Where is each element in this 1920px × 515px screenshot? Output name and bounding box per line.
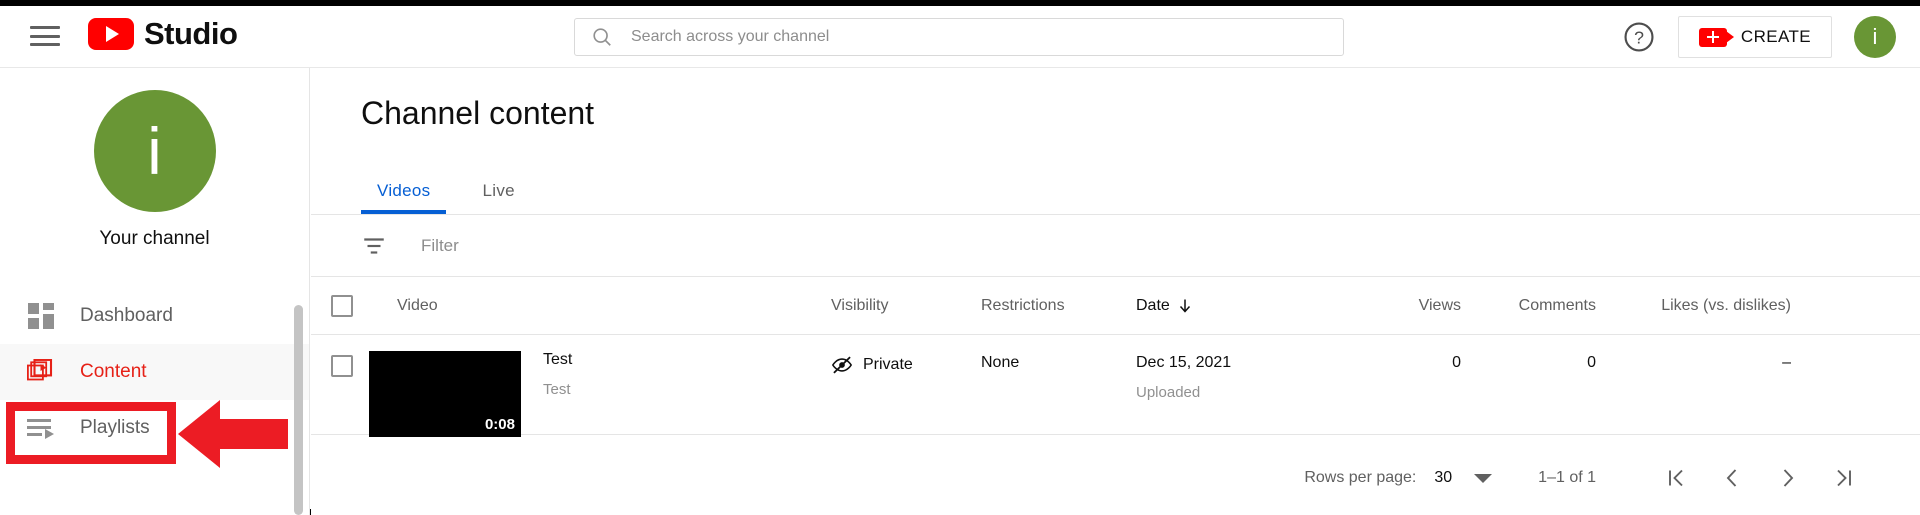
- page-title: Channel content: [361, 95, 595, 131]
- video-meta: Test Test: [543, 351, 572, 437]
- select-all-cell: [311, 294, 361, 317]
- video-duration-badge: 0:08: [484, 416, 515, 433]
- studio-wordmark: Studio: [144, 16, 238, 51]
- column-header-date-label: Date: [1136, 296, 1170, 314]
- column-header-comments[interactable]: Comments: [1461, 297, 1596, 315]
- comments-cell: 0: [1587, 354, 1596, 371]
- video-description: Test: [543, 381, 571, 398]
- channel-name-label: Your channel: [99, 228, 210, 249]
- views-cell: 0: [1452, 354, 1461, 371]
- account-avatar[interactable]: i: [1854, 16, 1896, 58]
- column-header-video[interactable]: Video: [361, 297, 831, 315]
- channel-summary: i Your channel: [0, 68, 309, 250]
- sidebar-item-label: Dashboard: [80, 305, 173, 326]
- tab-label: Videos: [377, 181, 431, 200]
- chevron-down-icon[interactable]: [1474, 473, 1493, 483]
- video-camera-plus-icon: [1698, 27, 1734, 47]
- tab-live[interactable]: Live: [456, 168, 540, 214]
- tab-label: Live: [482, 181, 515, 200]
- filter-bar: [311, 215, 1920, 277]
- tab-videos[interactable]: Videos: [351, 168, 456, 214]
- restrictions-cell: None: [981, 354, 1020, 371]
- main-content-area: Channel content Videos Live Filter Video…: [311, 68, 1920, 515]
- video-cell: 0:08 Test Test: [361, 351, 831, 437]
- date-value: Dec 15, 2021: [1136, 354, 1232, 371]
- account-avatar-initial: i: [1872, 24, 1878, 49]
- rows-per-page-label: Rows per page:: [1304, 469, 1417, 486]
- chevron-right-icon: [1783, 469, 1794, 487]
- table-row[interactable]: 0:08 Test Test Private None Dec 15, 2021…: [311, 335, 1920, 437]
- visibility-label: Private: [863, 356, 913, 373]
- last-page-button[interactable]: [1816, 458, 1872, 498]
- likes-cell: –: [1782, 354, 1791, 371]
- pagination-bar: Rows per page: 30 1–1 of 1: [311, 436, 1920, 515]
- content-tabs: Videos Live: [361, 168, 541, 214]
- first-page-icon: [1669, 469, 1683, 487]
- search-input[interactable]: [631, 28, 1327, 46]
- column-header-visibility[interactable]: Visibility: [831, 297, 981, 315]
- column-header-date[interactable]: Date: [1136, 297, 1336, 315]
- create-button[interactable]: CREATE: [1677, 16, 1832, 58]
- filter-icon[interactable]: [361, 233, 387, 259]
- youtube-play-icon: [88, 18, 134, 50]
- create-button-label: CREATE: [1740, 27, 1811, 46]
- chevron-left-icon: [1726, 469, 1737, 487]
- annotation-arrow-icon: [178, 400, 288, 468]
- last-page-icon: [1837, 469, 1851, 487]
- visibility-cell: Private: [831, 351, 981, 376]
- pagination-range-label: 1–1 of 1: [1538, 469, 1596, 486]
- sidebar-item-content[interactable]: Content: [0, 344, 309, 400]
- sidebar-item-dashboard[interactable]: Dashboard: [0, 288, 309, 344]
- video-thumbnail[interactable]: 0:08: [369, 351, 521, 437]
- column-header-likes[interactable]: Likes (vs. dislikes): [1596, 297, 1791, 315]
- top-app-bar: Studio ? CREATE i: [0, 6, 1920, 68]
- sort-descending-arrow-icon: [1179, 299, 1190, 313]
- hamburger-menu-icon[interactable]: [30, 24, 60, 48]
- videos-table: Video Visibility Restrictions Date Views…: [311, 277, 1920, 437]
- sidebar-scrollbar[interactable]: [294, 305, 303, 515]
- table-header-row: Video Visibility Restrictions Date Views…: [311, 277, 1920, 335]
- sidebar-item-label: Content: [80, 361, 147, 382]
- search-icon: [593, 28, 611, 46]
- first-page-button[interactable]: [1648, 458, 1704, 498]
- column-header-views[interactable]: Views: [1336, 297, 1461, 315]
- help-circle-icon[interactable]: ?: [1622, 20, 1656, 54]
- previous-page-button[interactable]: [1704, 458, 1760, 498]
- next-page-button[interactable]: [1760, 458, 1816, 498]
- date-cell: Dec 15, 2021 Uploaded: [1136, 351, 1336, 401]
- content-video-stack-icon: [26, 357, 56, 387]
- column-header-restrictions[interactable]: Restrictions: [981, 297, 1136, 315]
- select-all-checkbox[interactable]: [331, 294, 353, 317]
- dashboard-grid-icon: [26, 301, 56, 331]
- top-bar-actions: ? CREATE i: [1622, 16, 1896, 58]
- channel-avatar-initial: i: [147, 114, 162, 188]
- row-checkbox[interactable]: [331, 355, 353, 377]
- playlist-lines-icon: [26, 413, 56, 443]
- video-title[interactable]: Test: [543, 351, 572, 369]
- studio-brand-logo[interactable]: Studio: [88, 16, 238, 52]
- filter-input[interactable]: [421, 235, 841, 256]
- svg-text:?: ?: [1634, 28, 1644, 48]
- date-status: Uploaded: [1136, 384, 1201, 401]
- search-bar[interactable]: [574, 18, 1344, 56]
- channel-avatar[interactable]: i: [93, 90, 216, 212]
- youtube-studio-window: Studio ? CREATE i: [0, 0, 1920, 515]
- row-select-cell: [311, 351, 361, 377]
- sidebar-item-label: Playlists: [80, 417, 150, 438]
- eye-off-icon: [831, 356, 853, 374]
- rows-per-page-value[interactable]: 30: [1434, 469, 1452, 487]
